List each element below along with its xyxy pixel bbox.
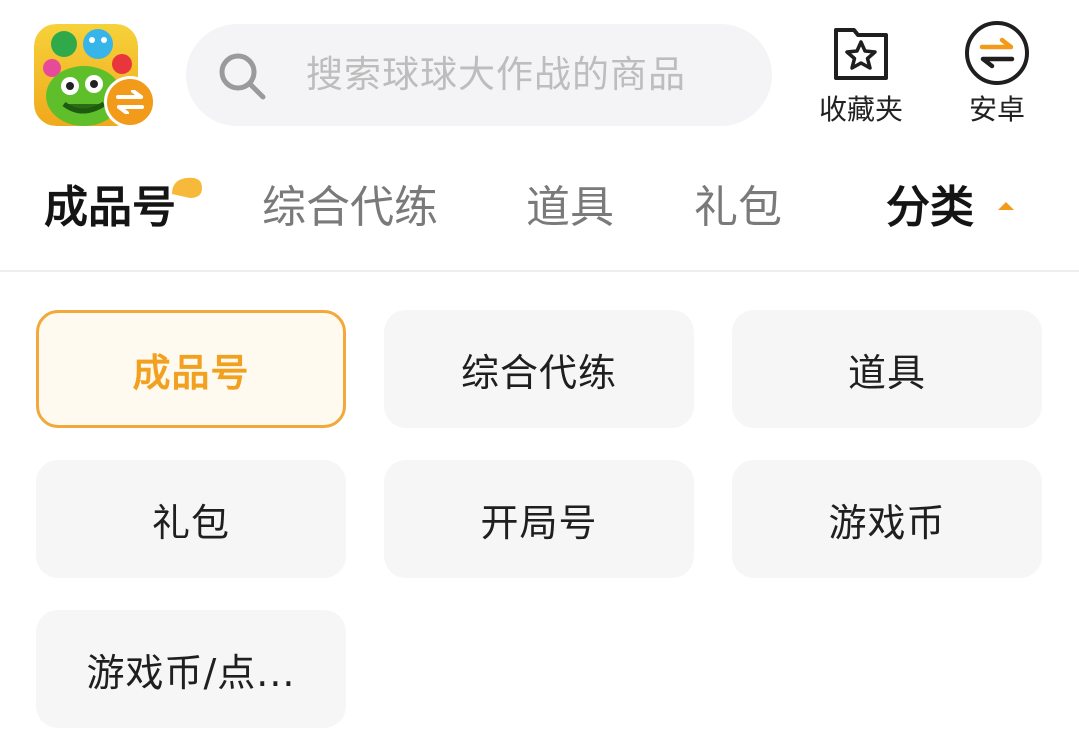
divider — [0, 270, 1079, 272]
favorites-label: 收藏夹 — [818, 93, 903, 126]
favorites-button[interactable]: 收藏夹 — [806, 20, 916, 130]
category-finished-account[interactable]: 成品号 — [36, 310, 346, 428]
caret-up-icon[interactable] — [998, 202, 1014, 210]
search-icon — [219, 53, 266, 100]
category-items[interactable]: 道具 — [732, 310, 1042, 428]
category-game-currency[interactable]: 游戏币 — [732, 460, 1042, 578]
tab-power-leveling[interactable]: 综合代练 — [262, 172, 438, 244]
search-placeholder: 搜索球球大作战的商品 — [306, 53, 686, 96]
swap-icon[interactable] — [104, 76, 156, 128]
android-switch-icon — [965, 21, 1029, 85]
category-power-leveling[interactable]: 综合代练 — [384, 310, 694, 428]
star-folder-icon — [834, 28, 888, 80]
platform-switch-button[interactable]: 安卓 — [942, 20, 1052, 130]
tab-finished-account[interactable]: 成品号 — [44, 172, 176, 244]
category-starter-account[interactable]: 开局号 — [384, 460, 694, 578]
tab-category[interactable]: 分类 — [886, 172, 974, 244]
category-game-currency-points[interactable]: 游戏币/点... — [36, 610, 346, 728]
tab-gift-pack[interactable]: 礼包 — [694, 172, 782, 244]
category-gift-pack[interactable]: 礼包 — [36, 460, 346, 578]
tab-items[interactable]: 道具 — [526, 172, 614, 244]
active-tab-indicator — [172, 177, 202, 198]
platform-label: 安卓 — [968, 93, 1025, 126]
